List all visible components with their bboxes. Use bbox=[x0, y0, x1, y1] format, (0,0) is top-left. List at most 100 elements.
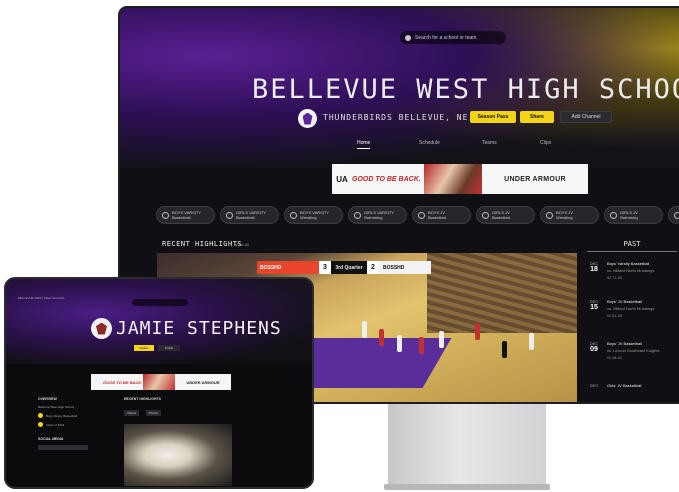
sport-chip[interactable]: BOYS VARSITY Wrestling bbox=[284, 206, 343, 224]
past-game-item[interactable]: DEC 09 Boys' JV Basketball vs. Lincoln Sou… bbox=[587, 339, 679, 365]
tablet-search-bar[interactable] bbox=[132, 299, 188, 306]
tab-schedule[interactable]: Schedule bbox=[419, 140, 440, 146]
social-link[interactable] bbox=[38, 445, 88, 450]
ad-photo bbox=[424, 164, 482, 194]
game-title: Boys' JV Basketball bbox=[607, 341, 643, 346]
game-day: 15 bbox=[590, 304, 598, 311]
school-crest-logo bbox=[298, 109, 317, 128]
tablet-sponsor-ad[interactable]: GOOD TO BE BACK. UNDER ARMOUR bbox=[91, 374, 231, 390]
sport-chip-sport: Swimming bbox=[364, 215, 383, 220]
away-team-abbr: BOSSHD bbox=[379, 261, 431, 274]
home-team-abbr: BOSSHD bbox=[260, 264, 282, 271]
sport-chip-label: BOYS VARSITY Basketball bbox=[172, 210, 201, 220]
season-pass-button[interactable]: Season Pass bbox=[470, 111, 516, 123]
school-badge-icon bbox=[38, 413, 43, 418]
sport-icon bbox=[418, 211, 425, 219]
game-opponent: vs. Millard North Mustangs bbox=[607, 268, 655, 273]
game-result: W 71-55 bbox=[607, 275, 623, 280]
social-heading: SOCIAL MEDIA bbox=[38, 437, 64, 441]
sport-chip-label: BOYS JV Basketball bbox=[428, 210, 446, 220]
sport-filter-chips: BOYS VARSITY Basketball GIRLS VARSITY Baske… bbox=[156, 206, 679, 224]
sport-icon bbox=[546, 211, 553, 219]
game-title: Girls' JV Basketball bbox=[607, 383, 642, 388]
tablet-ad-photo bbox=[143, 374, 175, 390]
past-games-panel: PAST DEC 18 Boys' Varsity Basketball vs. M… bbox=[587, 240, 679, 402]
game-title: Boys' JV Basketball bbox=[607, 299, 643, 304]
game-result: W 48-41 bbox=[607, 355, 623, 360]
marketing-composite: Search for a school or team BELLEVUE WES… bbox=[0, 0, 679, 492]
scoreboard-overlay: BOSSHD 3 3rd Quarter 2 BOSSHD bbox=[257, 261, 431, 274]
player-figure bbox=[419, 337, 424, 354]
share-button[interactable]: Share bbox=[520, 111, 554, 123]
recent-highlights-title: RECENT HIGHLIGHTS bbox=[162, 240, 243, 248]
overview-line: Bellevue West High School bbox=[38, 405, 75, 409]
sport-chip[interactable]: BOYSSwimming bbox=[668, 206, 679, 224]
ad-slogan: GOOD TO BE BACK. bbox=[352, 175, 421, 183]
sport-chip[interactable]: BOYS JV Wrestling bbox=[540, 206, 599, 224]
school-title: BELLEVUE WEST HIGH SCHOOL bbox=[252, 74, 679, 105]
player-figure bbox=[362, 321, 367, 338]
mascot-name: THUNDERBIRDS bbox=[323, 113, 393, 122]
tab-photos[interactable]: Photos bbox=[145, 410, 161, 416]
past-game-item[interactable]: DEC 18 Boys' Varsity Basketball vs. Millar… bbox=[587, 259, 679, 285]
sport-chip-label: GIRLS VARSITY Basketball bbox=[236, 210, 266, 220]
referee-figure bbox=[502, 341, 507, 358]
sport-chip-label: GIRLS VARSITY Swimming bbox=[364, 210, 394, 220]
school-subline: THUNDERBIRDS BELLEVUE, NE bbox=[323, 113, 468, 122]
athlete-overview: OVERVIEW Bellevue West High School Boys … bbox=[38, 397, 118, 450]
sport-icon bbox=[354, 211, 361, 219]
follow-button[interactable]: Follow bbox=[134, 345, 154, 351]
search-bar[interactable]: Search for a school or team bbox=[400, 31, 506, 44]
tab-clips[interactable]: Clips bbox=[540, 140, 551, 146]
tablet-ad-slogan: GOOD TO BE BACK. bbox=[103, 379, 143, 385]
sport-chip-label: GIRLS JV Swimming bbox=[620, 210, 638, 220]
profile-button[interactable]: Profile bbox=[158, 345, 180, 351]
sport-chip[interactable]: GIRLS VARSITY Swimming bbox=[348, 206, 407, 224]
game-opponent: vs. Millard North Mustangs bbox=[607, 306, 655, 311]
player-figure bbox=[379, 329, 384, 346]
home-score: 3 bbox=[319, 261, 331, 274]
sport-chip[interactable]: GIRLS VARSITY Basketball bbox=[220, 206, 279, 224]
overview-line: Class of 2022 bbox=[46, 422, 65, 427]
player-figure bbox=[475, 323, 480, 340]
tab-videos[interactable]: Videos bbox=[124, 410, 140, 416]
sport-chip-label: BOYS VARSITY Wrestling bbox=[300, 210, 329, 220]
past-games-title: PAST bbox=[587, 240, 677, 252]
athlete-name: JAMIE STEPHENS bbox=[116, 318, 282, 339]
sport-chip-sport: Swimming bbox=[620, 215, 639, 220]
tablet-ad-brand: UNDER ARMOUR bbox=[186, 379, 220, 385]
sponsor-ad-banner[interactable]: UA GOOD TO BE BACK. UNDER ARMOUR bbox=[332, 164, 588, 194]
tab-teams[interactable]: Teams bbox=[482, 140, 497, 146]
monitor-stand bbox=[388, 404, 546, 490]
sport-chip[interactable]: GIRLS JV Swimming bbox=[604, 206, 663, 224]
tablet-device: BELLEVUE WEST HIGH SCHOOL JAMIE STEPHENS… bbox=[4, 277, 314, 489]
ad-brand: UNDER ARMOUR bbox=[504, 175, 566, 183]
sport-chip-sport: Basketball bbox=[236, 215, 255, 220]
game-result: W 51-38 bbox=[607, 313, 623, 318]
sport-chip-sport: Wrestling bbox=[300, 215, 317, 220]
game-month: DEC bbox=[589, 383, 599, 388]
monitor-stand-base bbox=[384, 484, 550, 490]
sport-icon bbox=[290, 211, 297, 219]
past-game-item[interactable]: DEC Girls' JV Basketball bbox=[587, 381, 679, 402]
search-placeholder: Search for a school or team bbox=[415, 34, 477, 41]
tablet-header-text: BELLEVUE WEST HIGH SCHOOL bbox=[18, 296, 65, 300]
class-badge-icon bbox=[38, 422, 43, 427]
highlight-photo[interactable] bbox=[124, 424, 232, 486]
tab-home[interactable]: Home bbox=[357, 140, 371, 149]
past-game-item[interactable]: DEC 15 Boys' JV Basketball vs. Millard Nor… bbox=[587, 297, 679, 323]
sport-chip[interactable]: BOYS JV Basketball bbox=[412, 206, 471, 224]
view-all-link[interactable]: View All bbox=[235, 242, 249, 247]
athlete-avatar bbox=[91, 318, 112, 339]
game-opponent: vs. Lincoln Southeast Knights bbox=[607, 348, 660, 353]
sport-chip[interactable]: BOYS VARSITY Basketball bbox=[156, 206, 215, 224]
add-channel-button[interactable]: Add Channel bbox=[560, 111, 612, 123]
overview-line: Boys Varsity Basketball bbox=[46, 413, 78, 418]
game-day: 09 bbox=[590, 346, 598, 353]
under-armour-logo-icon: UA bbox=[336, 174, 348, 184]
sport-chip-sport: Wrestling bbox=[556, 215, 573, 220]
game-title: Boys' Varsity Basketball bbox=[607, 261, 650, 266]
sport-chip[interactable]: GIRLS JV Basketball bbox=[476, 206, 535, 224]
school-tabs: Home Schedule Teams Clips bbox=[120, 140, 679, 150]
overview-heading: OVERVIEW bbox=[38, 397, 57, 401]
